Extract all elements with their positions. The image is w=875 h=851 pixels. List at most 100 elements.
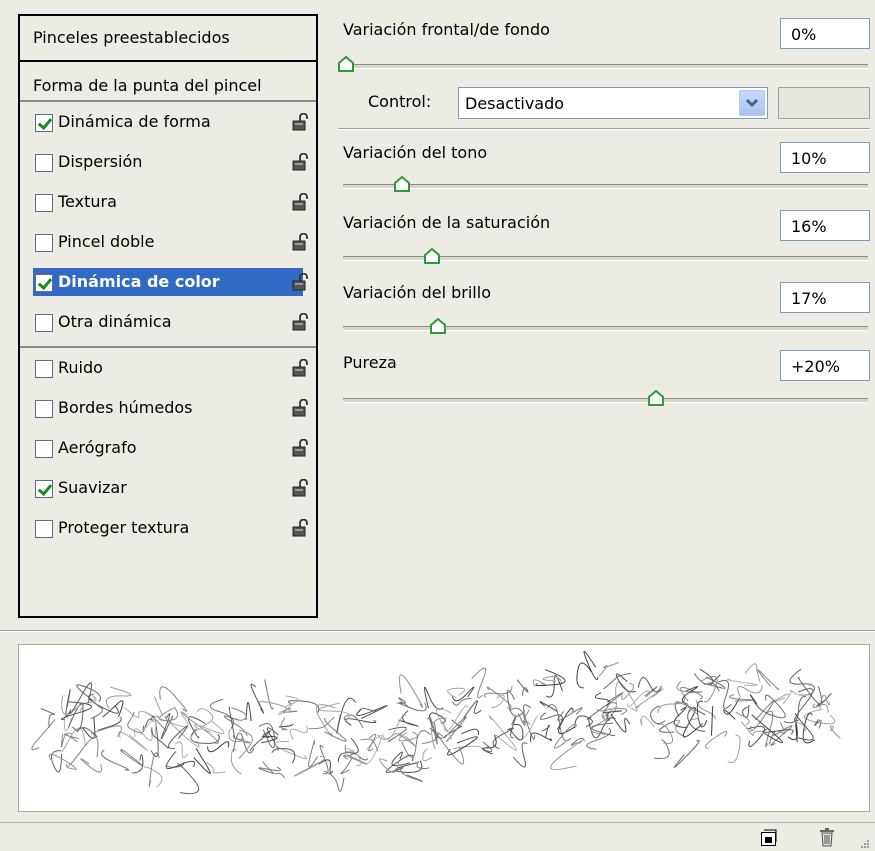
slider-thumb[interactable]	[338, 56, 354, 72]
option-checkbox[interactable]	[35, 360, 53, 378]
brush-hair-stroke	[250, 730, 271, 752]
brush-hair-stroke	[727, 734, 741, 764]
lock-icon[interactable]	[292, 399, 308, 417]
brush-option-item[interactable]: Dispersión	[20, 144, 316, 180]
brush-hair-stroke	[40, 708, 55, 728]
brush-hair-stroke	[148, 752, 160, 788]
brush-hair-stroke	[471, 667, 487, 699]
purity-slider[interactable]	[343, 390, 868, 410]
brush-hair-stroke	[97, 716, 122, 731]
option-checkbox[interactable]	[35, 480, 53, 498]
saturation-jitter-label: Variación de la saturación	[343, 213, 551, 232]
brush-hair-stroke	[160, 713, 174, 740]
divider	[338, 128, 870, 130]
brush-option-item[interactable]: Pincel doble	[20, 224, 316, 260]
brush-option-item[interactable]: Ruido	[20, 350, 316, 386]
option-label: Dinámica de color	[58, 272, 220, 291]
brush-hair-stroke	[88, 694, 119, 714]
option-checkbox[interactable]	[35, 114, 53, 132]
saturation-jitter-slider[interactable]	[343, 248, 868, 268]
brush-hair-stroke	[535, 669, 566, 687]
brush-hair-stroke	[61, 727, 86, 753]
new-brush-icon[interactable]	[760, 829, 778, 847]
brush-hair-stroke	[729, 694, 753, 702]
brush-hair-stroke	[447, 687, 466, 699]
brush-hair-stroke	[141, 718, 157, 736]
brush-hair-stroke	[482, 741, 493, 752]
brightness-jitter-input[interactable]: 17%	[780, 282, 870, 313]
brush-hair-stroke	[704, 730, 728, 749]
option-checkbox[interactable]	[35, 400, 53, 418]
lock-icon[interactable]	[292, 313, 308, 331]
fg-bg-jitter-input[interactable]: 0%	[780, 18, 870, 49]
brush-hair-stroke	[510, 715, 517, 739]
slider-thumb[interactable]	[394, 176, 410, 192]
control-extra-field	[778, 87, 870, 119]
brush-hair-stroke	[289, 725, 308, 740]
option-checkbox[interactable]	[35, 274, 53, 292]
control-dropdown[interactable]: Desactivado	[458, 87, 768, 119]
brush-hair-stroke	[570, 737, 585, 746]
option-checkbox[interactable]	[35, 520, 53, 538]
brush-option-item[interactable]: Otra dinámica	[20, 304, 316, 340]
brush-hair-stroke	[594, 692, 610, 707]
hue-jitter-label: Variación del tono	[343, 143, 488, 162]
resize-grip-icon[interactable]	[858, 837, 870, 849]
lock-icon[interactable]	[292, 193, 308, 211]
lock-icon[interactable]	[292, 273, 308, 291]
chevron-down-icon[interactable]	[739, 90, 765, 116]
brush-hair-stroke	[258, 723, 275, 749]
brush-presets-item[interactable]: Pinceles preestablecidos	[20, 20, 316, 56]
brush-option-item[interactable]: Dinámica de forma	[20, 104, 316, 140]
brush-hair-stroke	[308, 740, 319, 768]
option-checkbox[interactable]	[35, 194, 53, 212]
fg-bg-jitter-slider[interactable]	[338, 56, 868, 76]
purity-input[interactable]: +20%	[780, 350, 870, 381]
slider-thumb[interactable]	[424, 248, 440, 264]
option-checkbox[interactable]	[35, 314, 53, 332]
slider-thumb[interactable]	[430, 318, 446, 334]
brush-tip-shape-item[interactable]: Forma de la punta del pincel	[20, 68, 316, 104]
brush-hair-stroke	[153, 696, 164, 716]
brush-hair-stroke	[132, 754, 144, 774]
lock-icon[interactable]	[292, 479, 308, 497]
brush-option-item[interactable]: Aerógrafo	[20, 430, 316, 466]
hue-jitter-input[interactable]: 10%	[780, 142, 870, 173]
option-checkbox[interactable]	[35, 234, 53, 252]
lock-icon[interactable]	[292, 113, 308, 131]
brush-hair-stroke	[174, 741, 189, 759]
lock-icon[interactable]	[292, 153, 308, 171]
brush-hair-stroke	[586, 692, 624, 720]
brush-option-item[interactable]: Bordes húmedos	[20, 390, 316, 426]
hue-jitter-slider[interactable]	[343, 176, 868, 196]
brush-hair-stroke	[228, 728, 242, 743]
lock-icon[interactable]	[292, 519, 308, 537]
brush-hair-stroke	[711, 706, 714, 736]
trash-icon[interactable]	[818, 827, 836, 847]
brush-hair-stroke	[693, 673, 720, 692]
slider-thumb[interactable]	[648, 390, 664, 406]
brush-option-item[interactable]: Suavizar	[20, 470, 316, 506]
brush-settings-list: Pinceles preestablecidos Forma de la pun…	[18, 14, 318, 618]
brush-hair-stroke	[324, 717, 347, 742]
brush-option-item[interactable]: Proteger textura	[20, 510, 316, 546]
brush-hair-stroke	[512, 742, 528, 768]
divider	[20, 60, 316, 62]
option-checkbox[interactable]	[35, 154, 53, 172]
option-label: Textura	[58, 192, 117, 211]
brush-hair-stroke	[681, 686, 699, 705]
option-label: Proteger textura	[58, 518, 190, 537]
brush-hair-stroke	[66, 736, 99, 768]
brush-option-item[interactable]: Textura	[20, 184, 316, 220]
option-checkbox[interactable]	[35, 440, 53, 458]
purity-label: Pureza	[343, 353, 397, 372]
brush-hair-stroke	[280, 717, 288, 731]
lock-icon[interactable]	[292, 439, 308, 457]
brush-option-item[interactable]: Dinámica de color	[20, 264, 316, 300]
brightness-jitter-slider[interactable]	[343, 318, 868, 338]
option-label: Otra dinámica	[58, 312, 172, 331]
lock-icon[interactable]	[292, 233, 308, 251]
saturation-jitter-input[interactable]: 16%	[780, 210, 870, 241]
brush-hair-stroke	[461, 728, 480, 735]
lock-icon[interactable]	[292, 359, 308, 377]
